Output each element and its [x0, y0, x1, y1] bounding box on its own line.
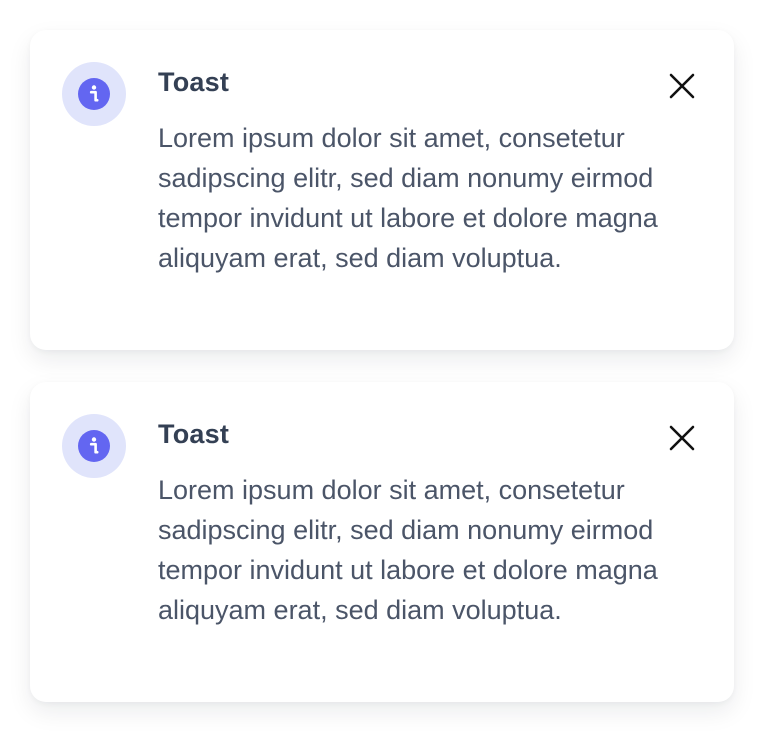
toast-title: Toast	[158, 419, 230, 449]
close-icon	[669, 73, 695, 99]
info-icon-badge	[62, 62, 126, 126]
info-icon-badge	[62, 414, 126, 478]
close-button[interactable]	[662, 418, 702, 458]
close-icon	[669, 425, 695, 451]
toast-message: Lorem ipsum dolor sit amet, consetetur s…	[158, 475, 658, 625]
info-icon	[78, 78, 110, 110]
toast-message: Lorem ipsum dolor sit amet, consetetur s…	[158, 123, 658, 273]
toast-title: Toast	[158, 67, 230, 97]
toast-notification: Toast Lorem ipsum dolor sit amet, conset…	[30, 30, 734, 350]
info-icon	[78, 430, 110, 462]
toast-notification: Toast Lorem ipsum dolor sit amet, conset…	[30, 382, 734, 702]
close-button[interactable]	[662, 66, 702, 106]
